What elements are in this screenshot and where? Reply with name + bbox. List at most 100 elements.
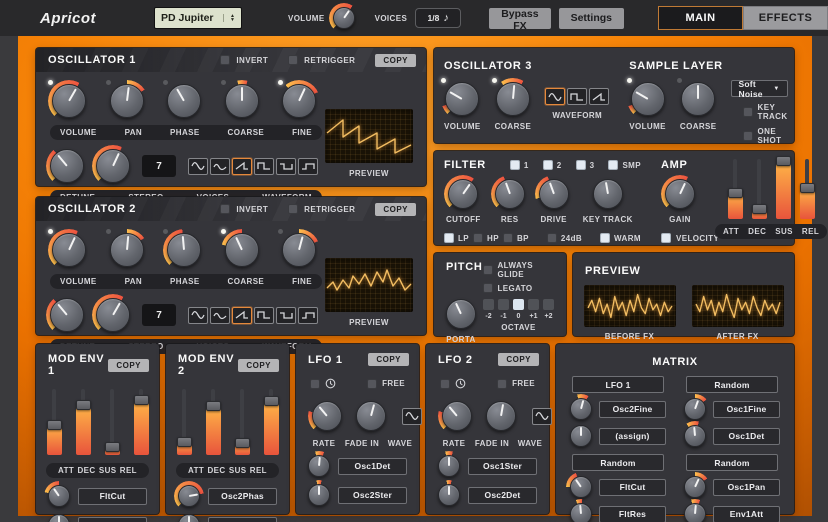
always-glide-checkbox[interactable]	[483, 265, 493, 275]
route-smp-checkbox[interactable]	[608, 160, 618, 170]
lfo-wave-button[interactable]	[402, 408, 422, 425]
pan-knob[interactable]	[110, 233, 144, 267]
preset-stepper-icon[interactable]: ▲▼	[223, 14, 235, 22]
pulse-wave-button[interactable]	[276, 158, 296, 175]
rate-knob[interactable]	[312, 401, 342, 431]
matrix-amount-knob[interactable]	[570, 398, 592, 420]
matrix-amount-knob[interactable]	[684, 398, 706, 420]
fine-knob[interactable]	[282, 233, 316, 267]
sustain-slider[interactable]	[776, 159, 791, 219]
detune-knob[interactable]	[50, 298, 84, 332]
phase-knob[interactable]	[167, 233, 201, 267]
slider-handle[interactable]	[105, 442, 120, 452]
volume-knob[interactable]	[52, 84, 86, 118]
volume-knob[interactable]	[631, 82, 665, 116]
mod-amount-knob[interactable]	[308, 455, 330, 477]
invert-checkbox[interactable]	[220, 204, 230, 214]
slider-handle[interactable]	[728, 188, 743, 198]
slider-handle[interactable]	[134, 395, 149, 405]
slider-handle[interactable]	[206, 401, 221, 411]
saw-wave-button[interactable]	[232, 307, 252, 324]
free-checkbox[interactable]	[497, 379, 507, 389]
release-slider[interactable]	[134, 389, 149, 455]
fine-knob[interactable]	[282, 84, 316, 118]
matrix-amount-knob[interactable]	[570, 476, 592, 498]
copy-button[interactable]: COPY	[368, 353, 409, 366]
matrix-target-slot[interactable]: Osc1Pan	[713, 479, 780, 496]
lp-checkbox[interactable]	[444, 233, 454, 243]
matrix-source-slot[interactable]: Random	[572, 454, 664, 471]
mod-amount-knob[interactable]	[308, 484, 330, 506]
sync-checkbox[interactable]	[310, 379, 320, 389]
mod-amount-knob[interactable]	[48, 485, 70, 507]
slider-handle[interactable]	[800, 183, 815, 193]
triangle-wave-button[interactable]	[210, 158, 230, 175]
bp-checkbox[interactable]	[503, 233, 513, 243]
matrix-source-slot[interactable]: Random	[686, 454, 778, 471]
warm-checkbox[interactable]	[600, 233, 610, 243]
sync-checkbox[interactable]	[440, 379, 450, 389]
sustain-slider[interactable]	[235, 389, 250, 455]
sample-dropdown[interactable]: Soft Noise ▼	[731, 80, 788, 97]
sine-wave-button[interactable]	[545, 88, 565, 105]
matrix-target-slot[interactable]: FltRes	[599, 506, 666, 522]
octave-minus1-button[interactable]	[498, 299, 509, 310]
mod-target-slot[interactable]: Osc1Ster	[468, 458, 537, 475]
attack-slider[interactable]	[177, 389, 192, 455]
slider-handle[interactable]	[177, 437, 192, 447]
invert-checkbox[interactable]	[220, 55, 230, 65]
lfo-wave-button[interactable]	[532, 408, 552, 425]
matrix-source-slot[interactable]: Random	[686, 376, 778, 393]
rate-knob[interactable]	[442, 401, 472, 431]
triangle-wave-button[interactable]	[210, 307, 230, 324]
preset-selector[interactable]: PD Jupiter ▲▼	[154, 7, 242, 29]
tab-effects[interactable]: EFFECTS	[743, 6, 828, 30]
release-slider[interactable]	[264, 389, 279, 455]
voices-count[interactable]: 7	[142, 155, 176, 177]
legato-checkbox[interactable]	[483, 283, 493, 293]
drive-knob[interactable]	[539, 179, 569, 209]
matrix-target-slot[interactable]: FltCut	[599, 479, 666, 496]
matrix-amount-knob[interactable]	[570, 425, 592, 447]
slider-handle[interactable]	[264, 396, 279, 406]
phase-knob[interactable]	[167, 84, 201, 118]
copy-button[interactable]: COPY	[498, 353, 539, 366]
square-wave-button[interactable]	[254, 158, 274, 175]
route-3-checkbox[interactable]	[576, 160, 586, 170]
mod-target-slot[interactable]: (assign)	[208, 517, 277, 522]
slider-handle[interactable]	[752, 204, 767, 214]
slider-handle[interactable]	[47, 420, 62, 430]
release-slider[interactable]	[800, 159, 815, 219]
mod-amount-knob[interactable]	[178, 514, 200, 522]
mod-amount-knob[interactable]	[438, 455, 460, 477]
volume-knob[interactable]	[52, 233, 86, 267]
square-wave-button[interactable]	[254, 307, 274, 324]
cutoff-knob[interactable]	[448, 179, 478, 209]
mod-amount-knob[interactable]	[178, 485, 200, 507]
matrix-amount-knob[interactable]	[570, 503, 592, 522]
coarse-knob[interactable]	[681, 82, 715, 116]
saw-wave-button[interactable]	[232, 158, 252, 175]
porta-knob[interactable]	[446, 299, 476, 329]
coarse-knob[interactable]	[225, 84, 259, 118]
detune-knob[interactable]	[50, 149, 84, 183]
slider-handle[interactable]	[776, 156, 791, 166]
settings-button[interactable]: Settings	[559, 8, 624, 29]
hp-checkbox[interactable]	[473, 233, 483, 243]
square-wave-button[interactable]	[567, 88, 587, 105]
saw-wave-button[interactable]	[589, 88, 609, 105]
attack-slider[interactable]	[728, 159, 743, 219]
sine-wave-button[interactable]	[188, 158, 208, 175]
stereo-knob[interactable]	[96, 298, 130, 332]
mod-target-slot[interactable]: Osc2Phas	[208, 488, 277, 505]
slider-handle[interactable]	[76, 400, 91, 410]
stereo-knob[interactable]	[96, 149, 130, 183]
copy-button[interactable]: COPY	[238, 359, 279, 372]
mod-target-slot[interactable]: FltCut	[78, 488, 147, 505]
coarse-knob[interactable]	[225, 233, 259, 267]
matrix-target-slot[interactable]: Osc2Fine	[599, 401, 666, 418]
copy-button[interactable]: COPY	[375, 203, 416, 216]
decay-slider[interactable]	[76, 389, 91, 455]
velocity-checkbox[interactable]	[661, 233, 671, 243]
octave-0-button[interactable]	[513, 299, 524, 310]
